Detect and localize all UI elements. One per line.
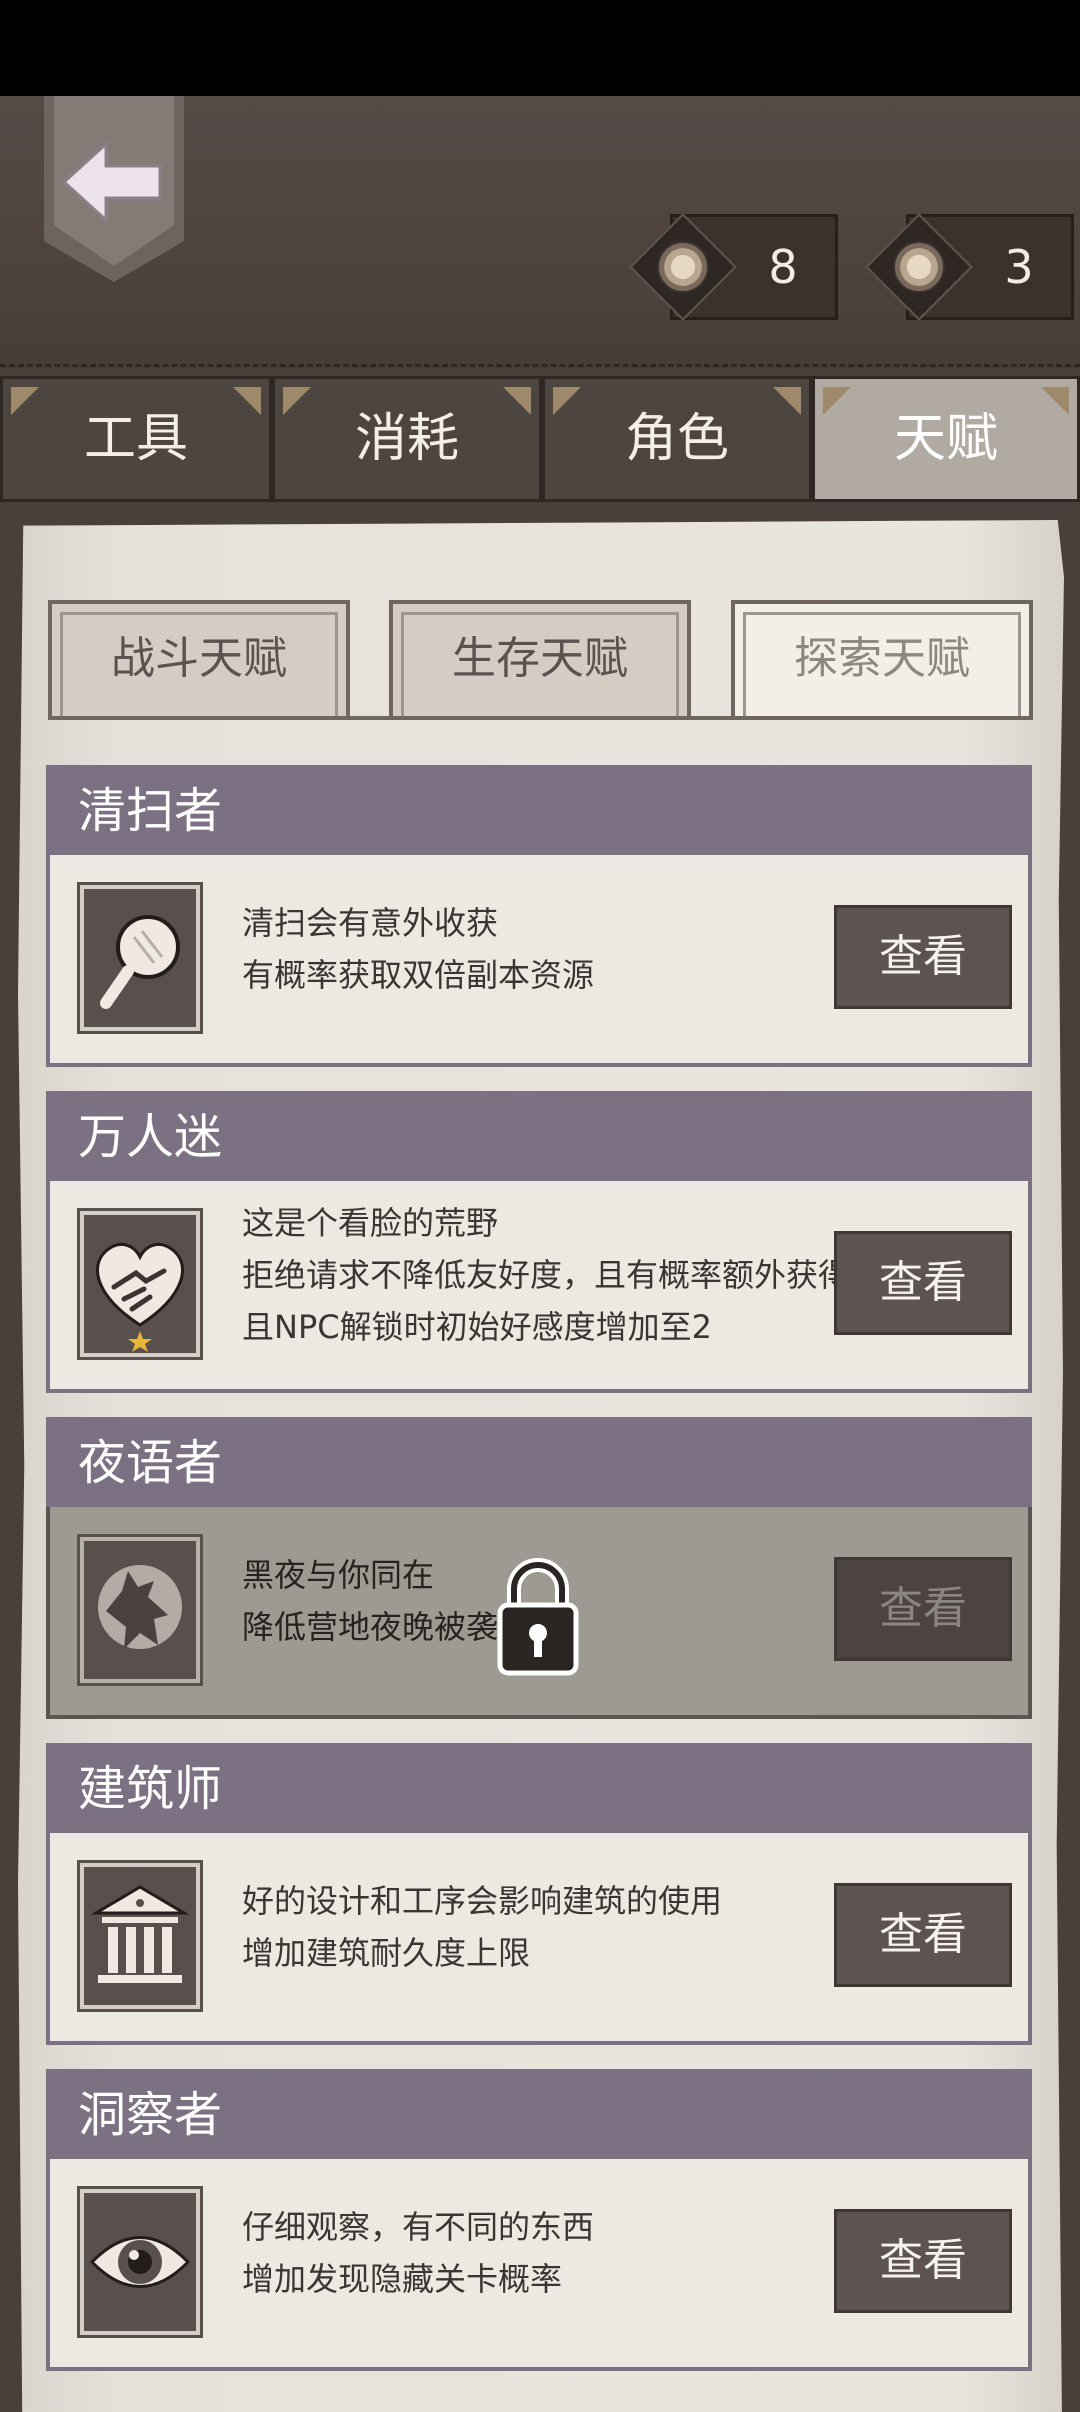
- desc-line: 好的设计和工序会影响建筑的使用: [242, 1882, 723, 1920]
- view-button[interactable]: 查看: [834, 1231, 1012, 1335]
- wolf-moon-icon: [77, 1534, 203, 1686]
- tab-label: 消耗: [354, 409, 459, 469]
- talent-card-observer: 洞察者 仔细观察，有不同的东西 增加发现隐藏关卡概率 查看: [46, 2069, 1032, 2371]
- talent-body: 这是个看脸的荒野 拒绝请求不降低友好度，且有概率额外获得物 且NPC解锁时初始好…: [46, 1181, 1032, 1393]
- currency-value-1: 8: [768, 240, 798, 294]
- tab-characters[interactable]: 角色: [542, 376, 812, 502]
- talent-title: 建筑师: [46, 1743, 1032, 1833]
- desc-line: 拒绝请求不降低友好度，且有概率额外获得物: [242, 1256, 883, 1294]
- desc-line: 黑夜与你同在: [242, 1556, 435, 1594]
- tab-label: 工具: [83, 409, 188, 469]
- talent-title: 夜语者: [46, 1417, 1032, 1507]
- divider: [48, 716, 1033, 720]
- subtab-label: 探索天赋: [794, 633, 970, 684]
- talent-description: 这是个看脸的荒野 拒绝请求不降低友好度，且有概率额外获得物 且NPC解锁时初始好…: [242, 1197, 882, 1353]
- sub-tab-bar: 战斗天赋 生存天赋 探索天赋: [48, 600, 1033, 720]
- talent-body: 清扫会有意外收获 有概率获取双倍副本资源 查看: [46, 855, 1032, 1067]
- tab-label: 天赋: [893, 409, 998, 469]
- desc-line: 清扫会有意外收获: [242, 904, 499, 942]
- subtab-survival[interactable]: 生存天赋: [389, 600, 691, 720]
- subtab-label: 生存天赋: [452, 633, 628, 684]
- talent-description: 仔细观察，有不同的东西 增加发现隐藏关卡概率: [242, 2201, 594, 2305]
- desc-line: 降低营地夜晚被袭击: [242, 1608, 531, 1646]
- back-arrow-icon[interactable]: [60, 140, 164, 224]
- desc-line: 这是个看脸的荒野: [242, 1204, 499, 1242]
- tab-talents[interactable]: 天赋: [812, 376, 1080, 502]
- eye-icon: [77, 2186, 203, 2338]
- talent-card-architect: 建筑师 好的设计和工序会影响建筑的使用 增加建筑耐久度上限 查看: [46, 1743, 1032, 2045]
- currency-counter-1: 8: [620, 213, 838, 321]
- talent-card-charmer: 万人迷 这是个看脸的荒野 拒绝请求不降低友好度，且有概率额外获得物 且NPC解锁…: [46, 1091, 1032, 1393]
- talent-body: 好的设计和工序会影响建筑的使用 增加建筑耐久度上限 查看: [46, 1833, 1032, 2045]
- talent-title: 洞察者: [46, 2069, 1032, 2159]
- magnifier-icon: [77, 882, 203, 1034]
- subtab-label: 战斗天赋: [111, 633, 287, 684]
- currency-counter-2: 3: [856, 213, 1074, 321]
- talent-title: 清扫者: [46, 765, 1032, 855]
- view-button[interactable]: 查看: [834, 1557, 1012, 1661]
- tab-consumables[interactable]: 消耗: [272, 376, 542, 502]
- heart-handshake-icon: [77, 1208, 203, 1360]
- coin-icon: [657, 241, 709, 293]
- talent-description: 黑夜与你同在 降低营地夜晚被袭击: [242, 1549, 530, 1653]
- subtab-exploration[interactable]: 探索天赋: [731, 600, 1033, 720]
- tab-label: 角色: [624, 409, 729, 469]
- view-button[interactable]: 查看: [834, 2209, 1012, 2313]
- stitch-line: [0, 364, 1080, 367]
- desc-line: 增加发现隐藏关卡概率: [242, 2260, 563, 2298]
- talent-body: 仔细观察，有不同的东西 增加发现隐藏关卡概率 查看: [46, 2159, 1032, 2371]
- desc-line: 有概率获取双倍副本资源: [242, 956, 595, 994]
- desc-line: 且NPC解锁时初始好感度增加至2: [242, 1308, 712, 1346]
- talent-description: 好的设计和工序会影响建筑的使用 增加建筑耐久度上限: [242, 1875, 722, 1979]
- tab-tools[interactable]: 工具: [0, 376, 272, 502]
- view-button[interactable]: 查看: [834, 1883, 1012, 1987]
- talent-description: 清扫会有意外收获 有概率获取双倍副本资源: [242, 897, 594, 1001]
- main-tab-bar: 工具 消耗 角色 天赋: [0, 376, 1080, 502]
- view-button[interactable]: 查看: [834, 905, 1012, 1009]
- desc-line: 增加建筑耐久度上限: [242, 1934, 531, 1972]
- lock-icon: [497, 1558, 579, 1676]
- subtab-combat[interactable]: 战斗天赋: [48, 600, 350, 720]
- currency-value-2: 3: [1004, 240, 1034, 294]
- talent-title: 万人迷: [46, 1091, 1032, 1181]
- building-icon: [77, 1860, 203, 2012]
- desc-line: 仔细观察，有不同的东西: [242, 2208, 595, 2246]
- coin-icon: [893, 241, 945, 293]
- talent-card-sweeper: 清扫者 清扫会有意外收获 有概率获取双倍副本资源 查看: [46, 765, 1032, 1067]
- status-bar: [0, 0, 1080, 96]
